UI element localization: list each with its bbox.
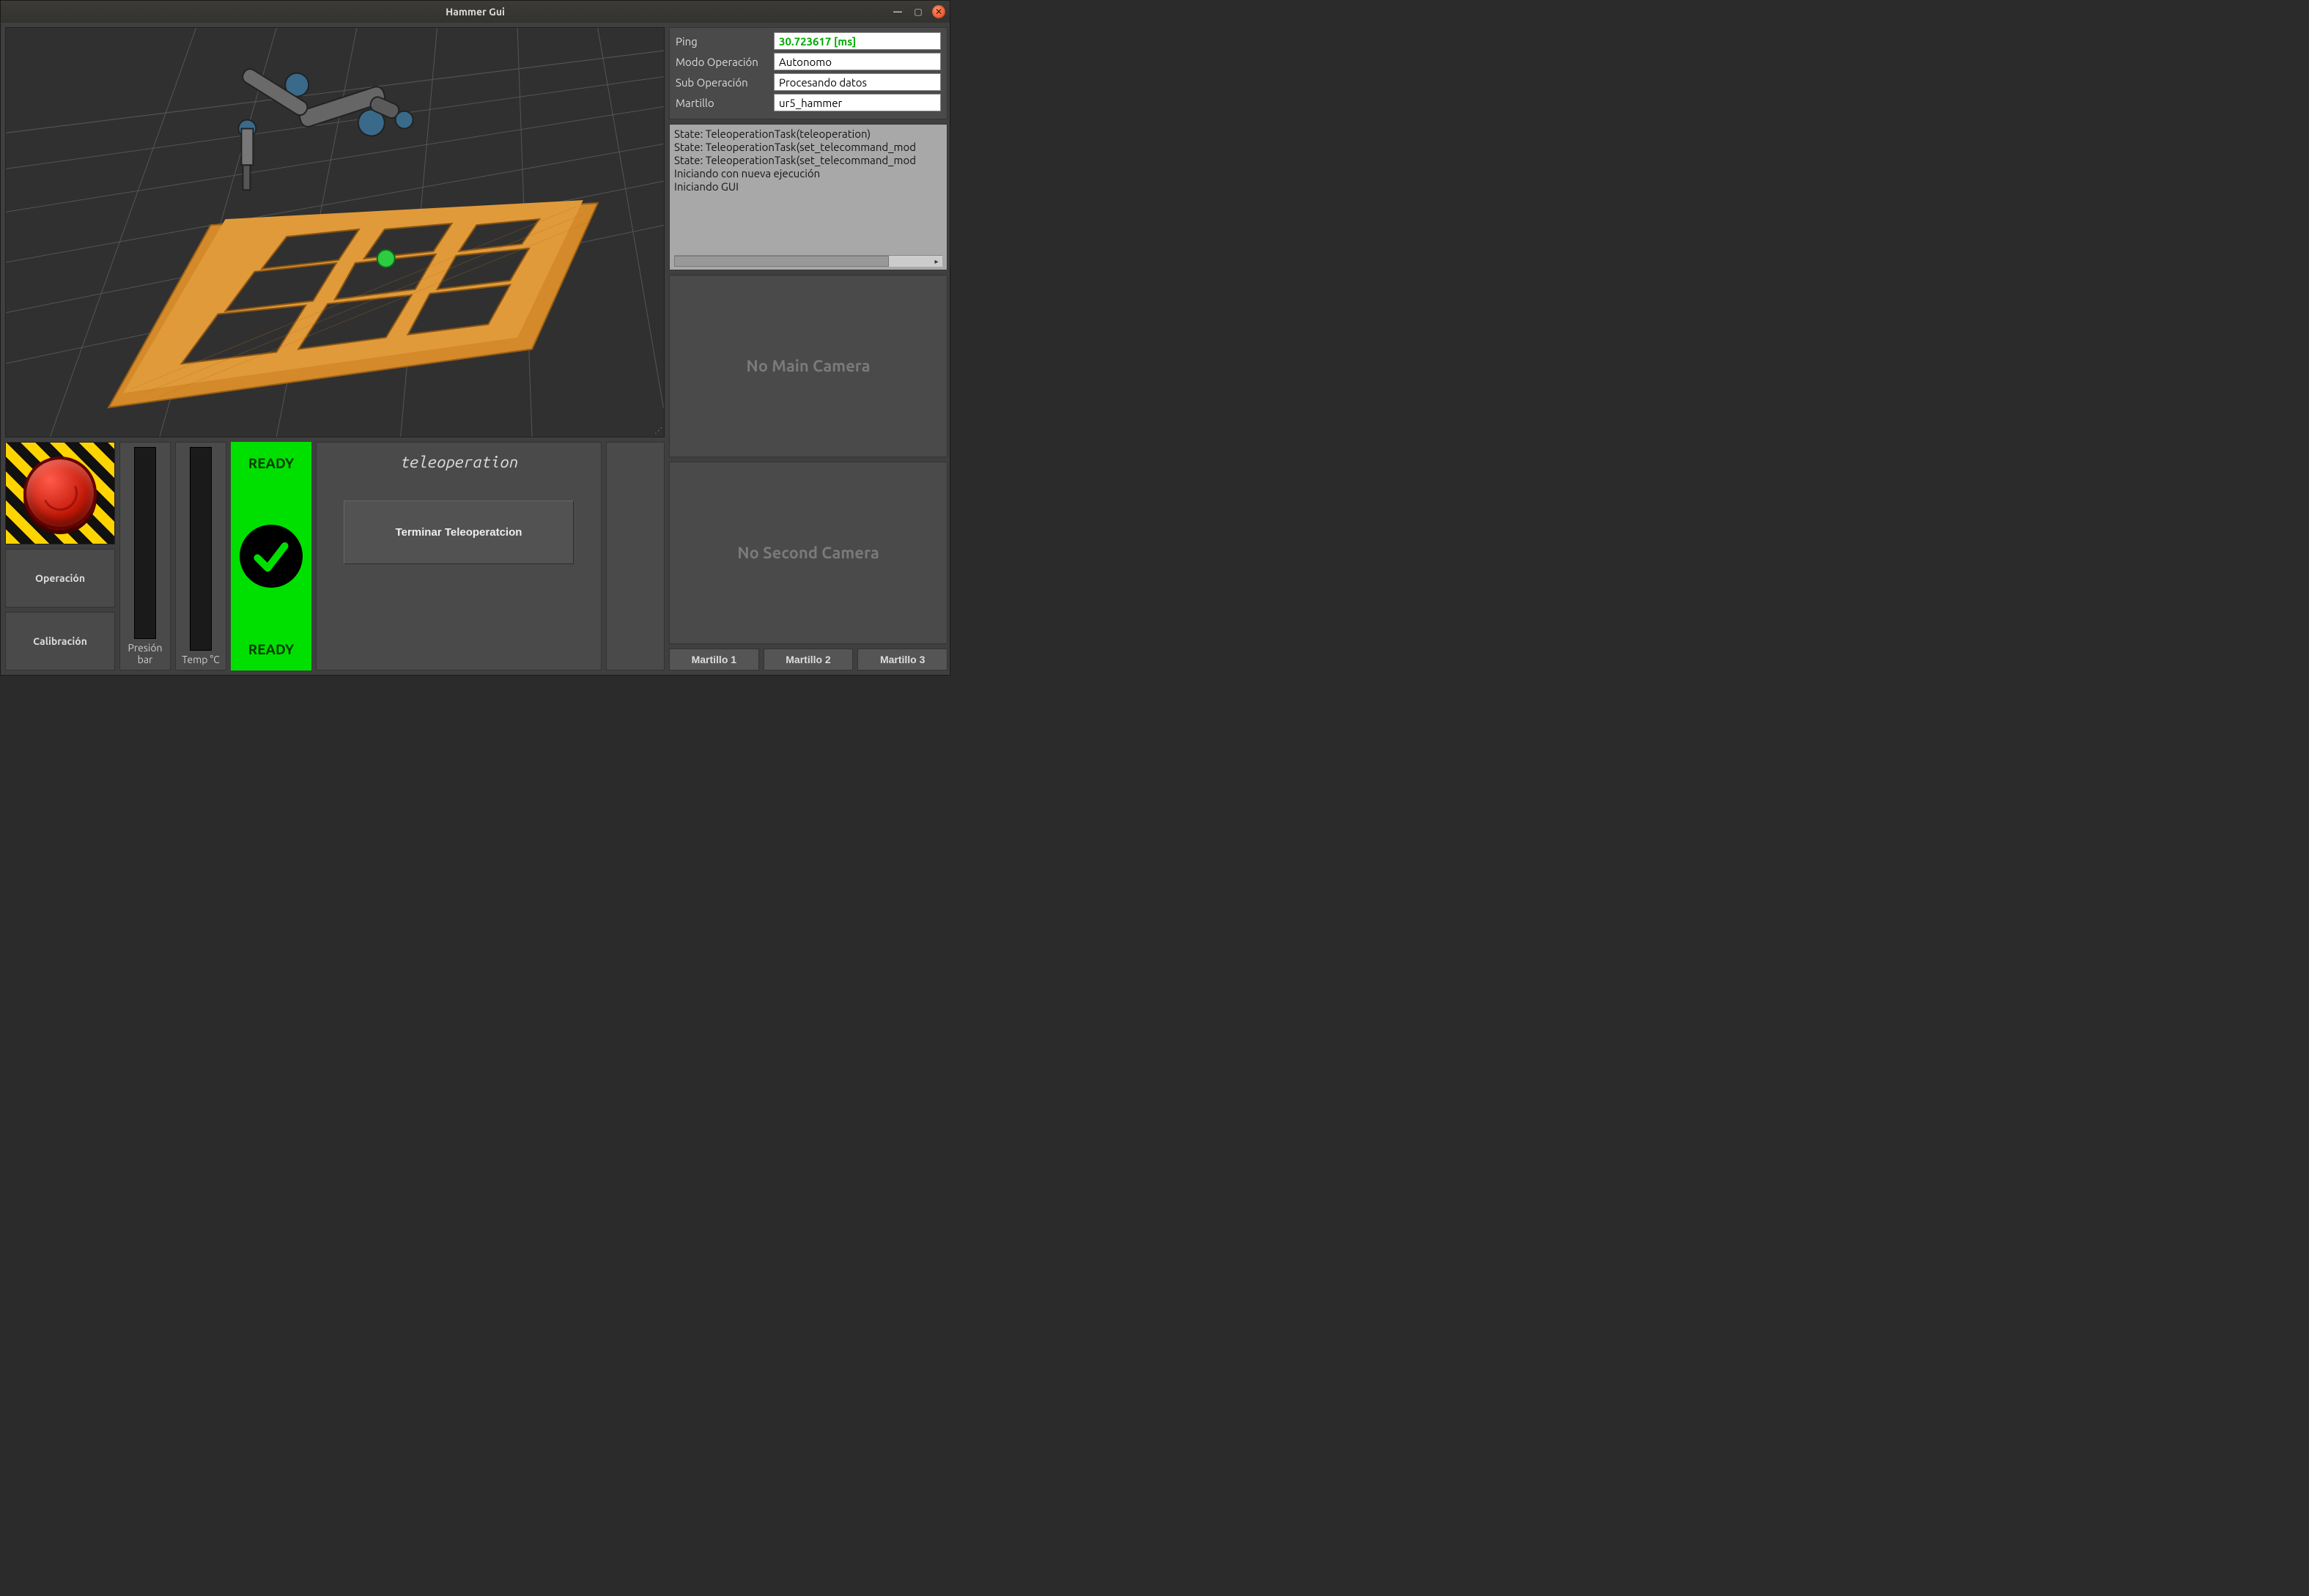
scene-3d	[6, 28, 664, 437]
hammer-tab-row: Martillo 1 Martillo 2 Martillo 3	[669, 649, 947, 670]
pressure-gauge: Presión bar	[119, 442, 171, 670]
estop-button[interactable]	[23, 457, 97, 530]
target-marker-icon	[377, 250, 395, 267]
subop-label: Sub Operación	[676, 76, 769, 89]
bottom-spacer-panel	[606, 442, 665, 670]
hammer-3-button[interactable]: Martillo 3	[857, 649, 947, 670]
resize-grip-icon[interactable]: ⋰	[654, 426, 662, 435]
pressure-bar-icon	[134, 447, 156, 639]
main-camera-placeholder: No Main Camera	[746, 357, 870, 375]
window-title: Hammer Gui	[446, 6, 505, 18]
second-camera-placeholder: No Second Camera	[737, 544, 879, 562]
right-column: Ping 30.723617 [ms] Modo Operación Auton…	[669, 27, 947, 670]
log-text: State: TeleoperationTask(teleoperation) …	[674, 128, 942, 255]
bottom-row: Operación Calibración Presión bar Temp °…	[5, 442, 665, 670]
log-panel: State: TeleoperationTask(teleoperation) …	[669, 124, 947, 270]
subop-value: Procesando datos	[774, 73, 941, 91]
log-scrollbar[interactable]: ◂ ▸	[674, 255, 942, 267]
temperature-bar-icon	[190, 447, 212, 651]
estop-panel	[5, 442, 115, 544]
titlebar: Hammer Gui — ▢ ✕	[1, 1, 950, 23]
app-window: Hammer Gui — ▢ ✕	[0, 0, 950, 676]
scroll-right-icon[interactable]: ▸	[931, 256, 942, 267]
end-teleop-button[interactable]: Terminar Teleoperatcion	[344, 500, 573, 564]
content-area: ⋰ Ping 30.723617 [ms] Modo Operación Aut…	[1, 23, 950, 675]
teleop-title: teleoperation	[400, 453, 517, 471]
hammer-value: ur5_hammer	[774, 94, 941, 111]
mode-label: Modo Operación	[676, 56, 769, 68]
window-controls: — ▢ ✕	[891, 5, 945, 18]
ready-check-icon	[240, 525, 303, 588]
mode-value: Autonomo	[774, 53, 941, 70]
ping-label: Ping	[676, 35, 769, 48]
second-camera-box: No Second Camera	[669, 462, 947, 644]
maximize-button[interactable]: ▢	[912, 5, 925, 18]
hammer-1-button[interactable]: Martillo 1	[669, 649, 759, 670]
teleop-panel: teleoperation Terminar Teleoperatcion	[316, 442, 602, 670]
main-camera-box: No Main Camera	[669, 275, 947, 457]
ready-panel: READY READY	[231, 442, 311, 670]
temperature-gauge: Temp °C	[175, 442, 226, 670]
temperature-label: Temp °C	[182, 654, 219, 665]
hammer-label: Martillo	[676, 97, 769, 109]
minimize-button[interactable]: —	[891, 5, 904, 18]
ready-top-label: READY	[248, 455, 294, 471]
calibration-button[interactable]: Calibración	[5, 612, 115, 670]
hammer-2-button[interactable]: Martillo 2	[764, 649, 854, 670]
scroll-thumb[interactable]	[674, 256, 889, 267]
close-button[interactable]: ✕	[932, 5, 945, 18]
operation-button[interactable]: Operación	[5, 549, 115, 607]
rviz-viewport[interactable]: ⋰	[5, 27, 665, 437]
ready-bottom-label: READY	[248, 641, 294, 657]
pressure-label: Presión bar	[123, 642, 167, 665]
status-panel: Ping 30.723617 [ms] Modo Operación Auton…	[669, 27, 947, 119]
estop-column: Operación Calibración	[5, 442, 115, 670]
ping-value: 30.723617 [ms]	[774, 32, 941, 50]
